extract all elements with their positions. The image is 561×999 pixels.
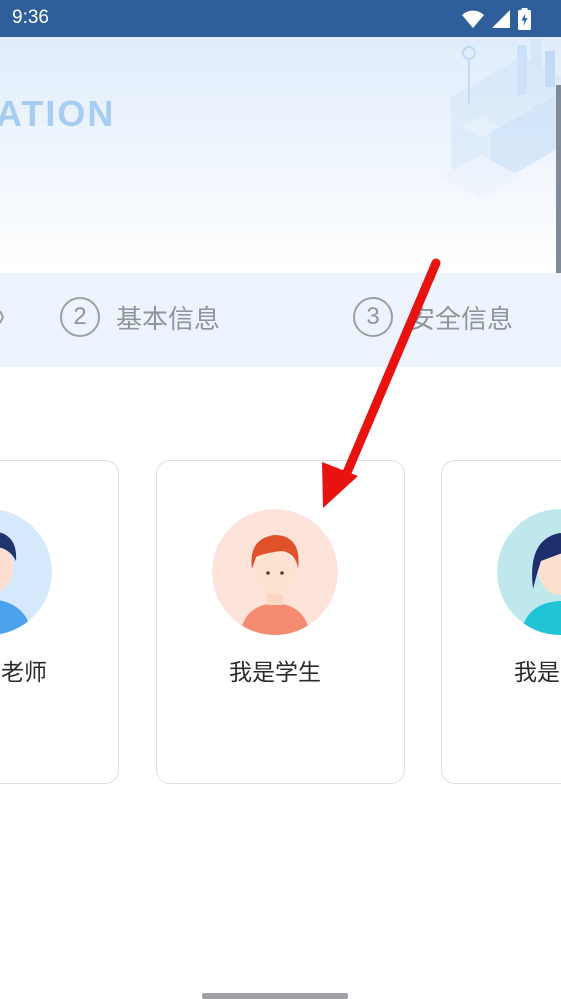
role-card-teacher[interactable]: 老师 bbox=[0, 460, 119, 784]
student-label: 我是学生 bbox=[229, 660, 321, 686]
banner-title: ATION bbox=[0, 93, 116, 134]
step-label: 基本信息 bbox=[116, 304, 221, 335]
teacher-avatar bbox=[0, 509, 52, 635]
parent-label: 我是 bbox=[514, 660, 560, 686]
status-icons bbox=[462, 8, 531, 30]
battery-charging-icon bbox=[518, 8, 531, 30]
building-illustration bbox=[441, 39, 561, 199]
step-number: 2 bbox=[60, 297, 100, 337]
parent-avatar bbox=[497, 509, 561, 635]
status-time: 9:36 bbox=[12, 7, 49, 28]
registration-steps: 2 基本信息 3 安全信息 bbox=[0, 273, 561, 367]
status-bar: 9:36 bbox=[0, 0, 561, 37]
role-card-parent[interactable]: 我是 bbox=[441, 460, 561, 784]
registration-page: 9:36 ATION 2 基本信息 3 安全信息 老师 我是学生 我是 bbox=[0, 0, 561, 999]
step-1-check-icon bbox=[0, 310, 4, 324]
step-basic-info: 2 基本信息 bbox=[60, 297, 220, 337]
step-label: 安全信息 bbox=[409, 304, 514, 335]
step-security-info: 3 安全信息 bbox=[353, 297, 513, 337]
wifi-icon bbox=[462, 10, 484, 28]
signal-icon bbox=[492, 10, 510, 28]
header-banner: ATION bbox=[0, 37, 561, 273]
step-number: 3 bbox=[353, 297, 393, 337]
student-avatar bbox=[212, 509, 338, 635]
role-card-student[interactable]: 我是学生 bbox=[156, 460, 405, 784]
teacher-label: 老师 bbox=[1, 660, 47, 686]
home-indicator[interactable] bbox=[202, 993, 348, 999]
